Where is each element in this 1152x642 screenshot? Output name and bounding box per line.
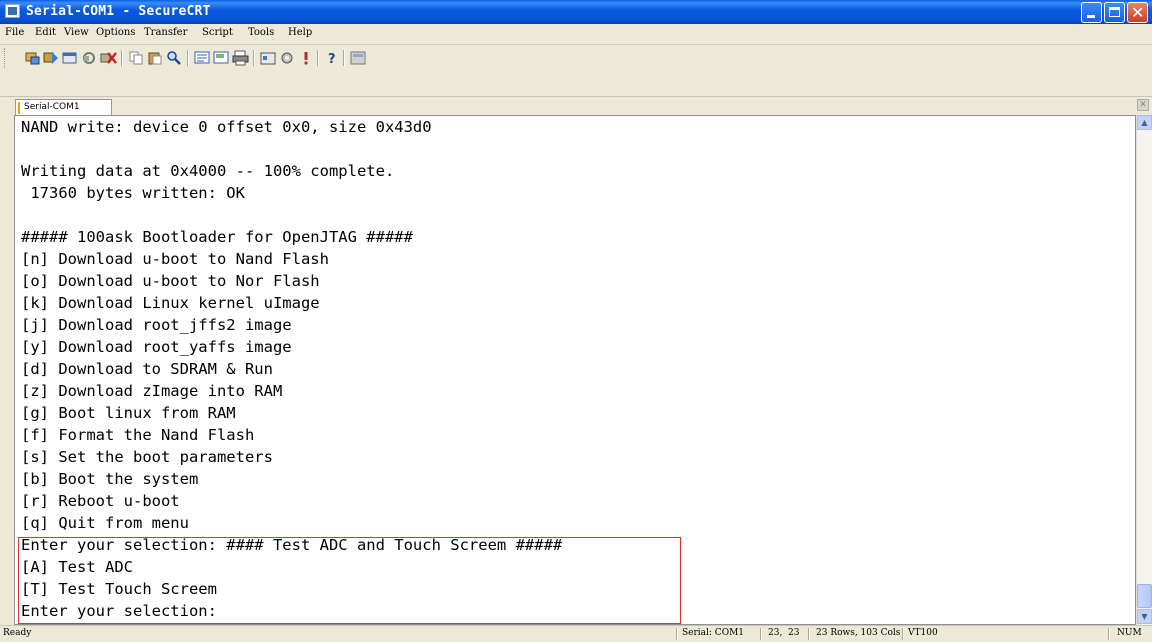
terminal-line: [d] Download to SDRAM & Run — [21, 360, 273, 378]
status-ready: Ready — [3, 628, 32, 638]
print-icon[interactable] — [232, 50, 249, 66]
terminal-line: ##### 100ask Bootloader for OpenJTAG ###… — [21, 228, 413, 246]
securecrt-app-icon[interactable] — [5, 4, 20, 18]
global-options-icon[interactable] — [279, 50, 296, 66]
maximize-icon — [1109, 7, 1120, 17]
status-divider — [1108, 628, 1110, 640]
keymap-icon[interactable] — [298, 50, 315, 66]
toolbar-separator — [317, 50, 319, 66]
status-divider — [760, 628, 762, 640]
menu-options[interactable]: Options — [96, 27, 135, 38]
maximize-button[interactable] — [1104, 2, 1125, 23]
terminal-line: [j] Download root_jffs2 image — [21, 316, 292, 334]
minimize-button[interactable] — [1081, 2, 1102, 23]
quick-connect-icon[interactable] — [43, 50, 60, 66]
terminal-line: [g] Boot linux from RAM — [21, 404, 236, 422]
menu-file[interactable]: File — [5, 27, 24, 38]
tab-serial-com1[interactable]: Serial-COM1 — [15, 99, 112, 116]
highlight-annotation-box — [18, 537, 681, 624]
terminal-output[interactable]: NAND write: device 0 offset 0x0, size 0x… — [14, 115, 1136, 625]
terminal-line: [n] Download u-boot to Nand Flash — [21, 250, 329, 268]
toolbar-separator — [343, 50, 345, 66]
terminal-line: [y] Download root_yaffs image — [21, 338, 292, 356]
status-port: Serial: COM1 — [682, 628, 745, 638]
status-divider — [676, 628, 678, 640]
tab-label: Serial-COM1 — [24, 102, 80, 112]
terminal-line: [f] Format the Nand Flash — [21, 426, 255, 444]
help-icon[interactable]: ? — [324, 50, 341, 66]
status-divider — [902, 628, 904, 640]
session-options-icon[interactable] — [260, 50, 277, 66]
session-active-indicator — [18, 102, 20, 114]
connect-icon[interactable] — [24, 50, 41, 66]
sftp-icon[interactable] — [350, 50, 367, 66]
window-title: Serial-COM1 - SecureCRT — [26, 4, 211, 19]
close-icon: ✕ — [1131, 3, 1145, 22]
svg-text:?: ? — [328, 52, 336, 66]
status-divider — [808, 628, 810, 640]
status-emulation: VT100 — [908, 628, 938, 638]
minimize-icon — [1087, 15, 1095, 18]
scroll-down-icon[interactable]: ▼ — [1137, 609, 1152, 624]
copy-icon[interactable] — [128, 50, 145, 66]
status-bar: Ready Serial: COM1 23, 23 23 Rows, 103 C… — [0, 625, 1152, 642]
connect-tab-icon[interactable] — [62, 50, 79, 66]
terminal-line: [k] Download Linux kernel uImage — [21, 294, 320, 312]
status-num-lock: NUM — [1117, 628, 1142, 638]
menu-edit[interactable]: Edit — [35, 27, 56, 38]
status-cursor-position: 23, 23 — [768, 628, 800, 638]
close-tab-icon[interactable]: ✕ — [1137, 99, 1149, 111]
paste-icon[interactable] — [147, 50, 164, 66]
terminal-line: [o] Download u-boot to Nor Flash — [21, 272, 320, 290]
terminal-line: 17360 bytes written: OK — [21, 184, 245, 202]
close-button[interactable]: ✕ — [1127, 2, 1148, 23]
toolbar-separator — [121, 50, 123, 66]
status-terminal-size: 23 Rows, 103 Cols — [816, 628, 901, 638]
toolbar-separator — [187, 50, 189, 66]
toolbar-grip[interactable] — [4, 48, 8, 68]
menu-tools[interactable]: Tools — [248, 27, 274, 38]
session-tab-bar: Serial-COM1 ✕ — [0, 96, 1152, 116]
title-bar[interactable]: Serial-COM1 - SecureCRT ✕ — [0, 0, 1152, 24]
terminal-line: [r] Reboot u-boot — [21, 492, 180, 510]
menu-help[interactable]: Help — [288, 27, 312, 38]
vertical-scrollbar[interactable]: ▲ ▼ — [1136, 115, 1152, 625]
terminal-line: NAND write: device 0 offset 0x0, size 0x… — [21, 118, 432, 136]
reconnect-icon[interactable] — [81, 50, 98, 66]
find-icon[interactable] — [166, 50, 183, 66]
disconnect-icon[interactable] — [100, 50, 117, 66]
menu-script[interactable]: Script — [202, 27, 233, 38]
scroll-thumb[interactable] — [1137, 584, 1152, 608]
toolbar: ? — [0, 45, 1152, 71]
terminal-line: [q] Quit from menu — [21, 514, 189, 532]
print-screen-icon[interactable] — [194, 50, 211, 66]
menu-transfer[interactable]: Transfer — [144, 27, 187, 38]
scroll-up-icon[interactable]: ▲ — [1137, 115, 1152, 130]
terminal-line: [s] Set the boot parameters — [21, 448, 273, 466]
terminal-line: Writing data at 0x4000 -- 100% complete. — [21, 162, 395, 180]
print-selection-icon[interactable] — [213, 50, 230, 66]
toolbar-separator — [253, 50, 255, 66]
terminal-line: [z] Download zImage into RAM — [21, 382, 283, 400]
menu-bar: File Edit View Options Transfer Script T… — [0, 24, 1152, 45]
terminal-line: [b] Boot the system — [21, 470, 199, 488]
menu-view[interactable]: View — [64, 27, 89, 38]
